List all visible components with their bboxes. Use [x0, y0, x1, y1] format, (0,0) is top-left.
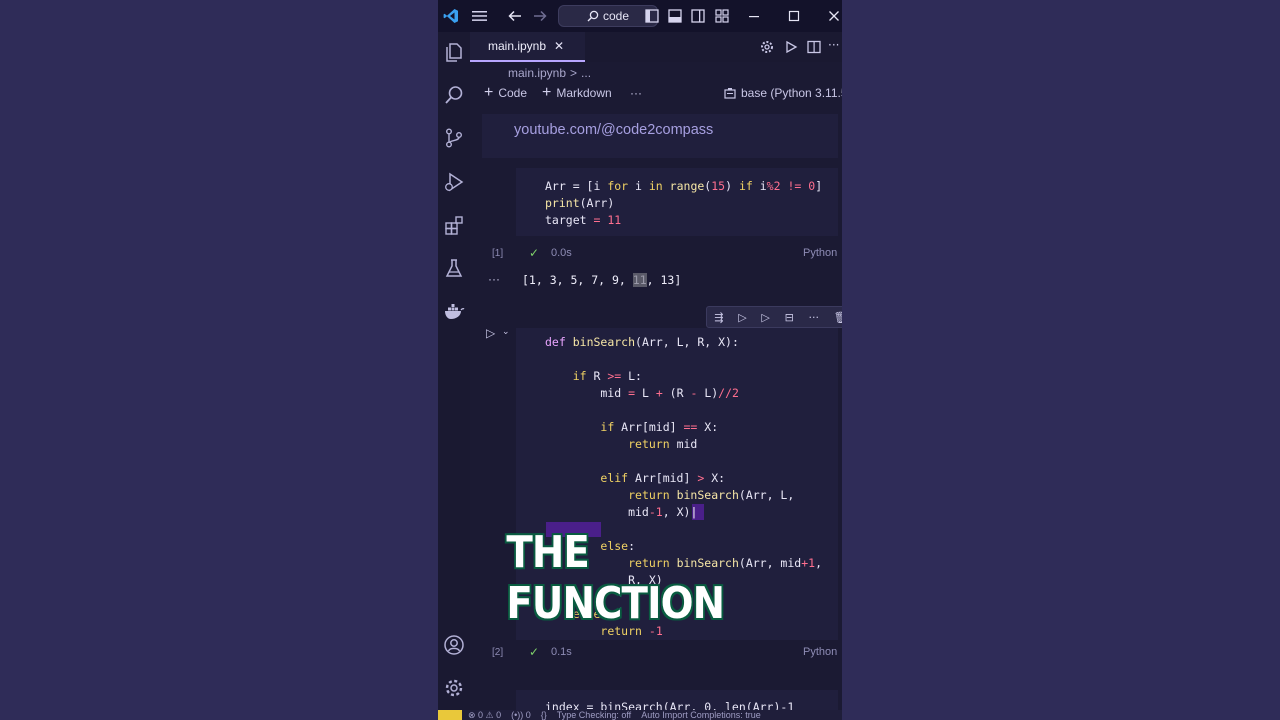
search-icon [587, 10, 599, 22]
breadcrumb-file[interactable]: main.ipynb [508, 66, 566, 80]
breadcrumb-rest[interactable]: ... [581, 66, 591, 80]
kernel-picker[interactable]: base (Python 3.11.5 [724, 86, 842, 100]
breadcrumb: main.ipynb > ... [470, 62, 842, 84]
cell-1-exec-count: [1] [492, 248, 504, 259]
execute-above-icon[interactable]: ⇶ [714, 311, 723, 324]
run-all-icon[interactable] [784, 39, 798, 58]
execute-cell-below-icon[interactable]: ▷ [738, 311, 746, 324]
command-center-label: code [602, 9, 630, 23]
problems-count[interactable]: ⊗ 0 ⚠ 0 [468, 710, 501, 720]
ports-count[interactable]: (•)) 0 [511, 710, 531, 720]
notebook-toolbar: + Code + Markdown ··· base (Python 3.11.… [470, 84, 842, 106]
split-cell-icon[interactable]: ⊟ [785, 311, 794, 324]
video-caption: THE FUNCTION [505, 526, 726, 631]
output-highlighted-value: 11 [632, 273, 647, 287]
success-check-icon: ✓ [529, 645, 540, 659]
back-arrow-icon[interactable] [505, 6, 525, 26]
breadcrumb-separator: > [570, 66, 578, 80]
toggle-primary-sidebar-icon[interactable] [642, 6, 662, 26]
background-left [0, 0, 438, 720]
gear-icon[interactable] [760, 39, 774, 58]
settings-gear-icon[interactable] [442, 676, 466, 700]
cell-2-exec-count: [2] [492, 647, 504, 658]
cell-2-language[interactable]: Python [803, 646, 837, 658]
tab-label: main.ipynb [488, 39, 547, 53]
close-tab-icon[interactable]: ✕ [554, 39, 564, 53]
output-text-prefix: [1, 3, 5, 7, 9, [522, 273, 633, 287]
toolbar-more-label: ··· [630, 86, 642, 100]
extensions-icon[interactable] [442, 213, 466, 237]
chevron-down-icon[interactable]: ⌄ [502, 327, 510, 337]
cell-more-icon[interactable]: ··· [808, 311, 819, 324]
cell-1-language[interactable]: Python [803, 247, 837, 259]
add-markdown-label: Markdown [556, 86, 612, 100]
add-code-cell-button[interactable]: + Code [484, 84, 528, 101]
code-cell-1-source: Arr = [i for i in range(15) if i%2 != 0]… [545, 179, 823, 227]
output-more-button[interactable]: ··· [488, 272, 500, 286]
run-cell-icon[interactable]: ▷ [486, 326, 495, 340]
execute-below-icon[interactable]: ▷ [761, 311, 769, 324]
status-bar: ⊗ 0 ⚠ 0 (•)) 0 {} Type Checking: off Aut… [438, 710, 842, 720]
toolbar-more-button[interactable]: ··· [630, 86, 642, 100]
language-braces[interactable]: {} [541, 710, 547, 720]
customize-layout-icon[interactable] [712, 6, 732, 26]
vscode-logo-icon [441, 6, 461, 26]
add-code-label: Code [498, 86, 528, 100]
maximize-icon[interactable] [784, 6, 804, 26]
editor-tab-strip: main.ipynb ✕ ··· [470, 32, 842, 62]
cell-toolbar: ⇶ ▷ ▷ ⊟ ··· 🗑 [706, 306, 842, 328]
markdown-cell-text: youtube.com/@code2compass [514, 122, 714, 138]
plus-icon: + [542, 84, 552, 101]
activity-bar [438, 32, 470, 710]
kernel-icon [724, 88, 736, 99]
menu-icon[interactable] [470, 6, 490, 26]
cell-1-output: [1, 3, 5, 7, 9, 11, 13] [522, 272, 681, 289]
background-right [842, 0, 1280, 720]
remote-indicator[interactable] [438, 710, 462, 720]
testing-flask-icon[interactable] [442, 256, 466, 280]
forward-arrow-icon[interactable] [530, 6, 550, 26]
add-markdown-cell-button[interactable]: + Markdown [542, 84, 612, 101]
search-icon[interactable] [442, 83, 466, 107]
delete-cell-icon[interactable]: 🗑 [834, 311, 842, 324]
explorer-icon[interactable] [442, 40, 466, 64]
accounts-icon[interactable] [442, 633, 466, 657]
source-control-icon[interactable] [442, 126, 466, 150]
tab-main-ipynb[interactable]: main.ipynb ✕ [470, 32, 585, 62]
more-actions-icon[interactable]: ··· [828, 38, 839, 52]
close-window-icon[interactable] [824, 6, 842, 26]
output-text-suffix: , 13] [646, 273, 682, 287]
cell-1-exec-time: 0.0s [551, 247, 572, 259]
toggle-secondary-sidebar-icon[interactable] [688, 6, 708, 26]
split-editor-icon[interactable] [807, 39, 821, 58]
docker-icon[interactable] [442, 299, 466, 323]
toggle-panel-icon[interactable] [665, 6, 685, 26]
success-check-icon: ✓ [529, 246, 540, 260]
type-checking-status[interactable]: Type Checking: off [557, 710, 631, 720]
cell-2-exec-time: 0.1s [551, 646, 572, 658]
minimize-icon[interactable] [744, 6, 764, 26]
run-and-debug-icon[interactable] [442, 170, 466, 194]
kernel-label: base (Python 3.11.5 [741, 86, 842, 100]
auto-import-status[interactable]: Auto Import Completions: true [641, 710, 761, 720]
title-bar: code [438, 0, 842, 32]
plus-icon: + [484, 84, 494, 101]
